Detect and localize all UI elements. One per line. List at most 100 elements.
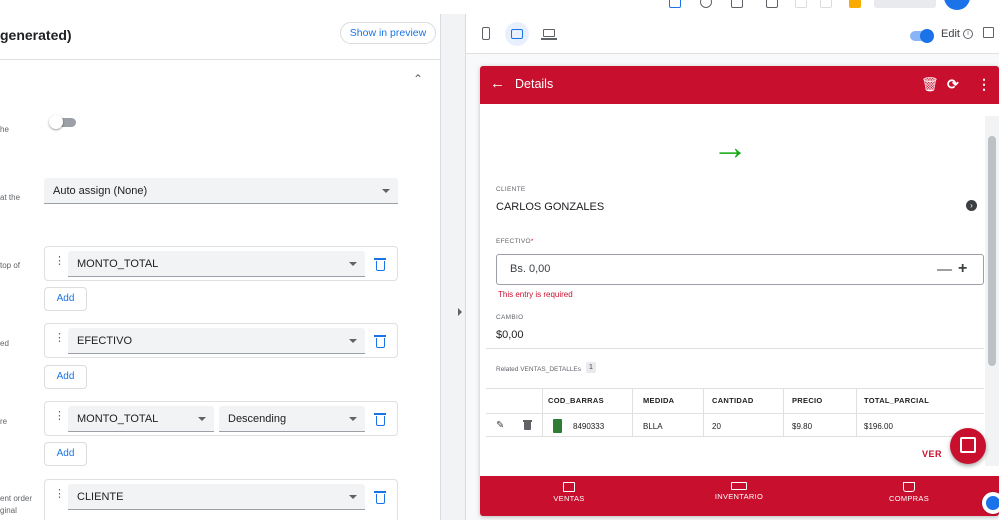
- column-card: ⋮⋮ CLIENTE: [44, 479, 398, 520]
- chevron-up-icon[interactable]: ⌃: [413, 72, 423, 86]
- save-button[interactable]: [874, 0, 936, 8]
- table-top-border: [486, 388, 984, 389]
- related-count-badge: 1: [586, 362, 596, 373]
- dollar-icon: [563, 482, 575, 492]
- sort-column-select[interactable]: MONTO_TOTAL: [68, 406, 214, 432]
- nav-item-ventas[interactable]: VENTAS: [509, 482, 629, 503]
- delete-icon[interactable]: [374, 335, 386, 348]
- view-title: generated): [0, 27, 72, 43]
- column-divider: [542, 388, 543, 436]
- phone-icon[interactable]: [474, 22, 498, 46]
- cell-total-parcial: $196.00: [864, 422, 893, 431]
- column-select-value: MONTO_TOTAL: [77, 258, 159, 270]
- delete-icon[interactable]: [374, 258, 386, 271]
- drag-handle-icon[interactable]: ⋮⋮: [54, 255, 75, 267]
- show-in-preview-button[interactable]: Show in preview: [340, 22, 436, 44]
- add-button[interactable]: Add: [44, 365, 87, 389]
- scrollbar-thumb[interactable]: [988, 136, 996, 366]
- more-vert-icon[interactable]: ⋮: [977, 76, 991, 92]
- editor-header: generated) Show in preview: [0, 14, 440, 60]
- decrement-button[interactable]: —: [937, 261, 952, 278]
- help-icon[interactable]: [700, 0, 712, 8]
- column-header[interactable]: PRECIO: [792, 396, 823, 405]
- refresh-icon[interactable]: ⟳: [947, 76, 959, 92]
- setting-label: ginal: [0, 506, 17, 515]
- bottom-nav: VENTAS INVENTARIO COMPRAS: [480, 476, 999, 516]
- efectivo-input[interactable]: Bs. 0,00 — +: [496, 254, 984, 285]
- add-button[interactable]: Add: [44, 442, 87, 466]
- column-header[interactable]: MEDIDA: [643, 396, 674, 405]
- open-external-icon[interactable]: [983, 27, 994, 38]
- column-select[interactable]: MONTO_TOTAL: [68, 251, 365, 277]
- column-select[interactable]: EFECTIVO: [68, 328, 365, 354]
- chevron-right-icon[interactable]: ›: [966, 200, 977, 211]
- expand-arrow-icon[interactable]: [458, 308, 462, 316]
- setting-label: re: [0, 417, 8, 426]
- help-chat-button[interactable]: [982, 492, 999, 514]
- column-divider: [856, 388, 857, 436]
- increment-button[interactable]: +: [958, 260, 967, 278]
- editor-panel: generated) Show in preview ⌃ he at the A…: [0, 14, 441, 520]
- edit-toggle[interactable]: [910, 29, 934, 43]
- caret-down-icon: [349, 417, 357, 421]
- delete-icon[interactable]: [374, 413, 386, 426]
- back-arrow-icon[interactable]: ←: [490, 76, 505, 91]
- product-thumbnail: [553, 419, 562, 433]
- sort-column-value: MONTO_TOTAL: [77, 413, 159, 425]
- column-header[interactable]: COD_BARRAS: [548, 396, 604, 405]
- tablet-icon[interactable]: [505, 22, 529, 46]
- cell-cantidad: 20: [712, 422, 721, 431]
- sort-order-select[interactable]: Descending: [219, 406, 365, 432]
- cliente-label: CLIENTE: [496, 186, 526, 193]
- column-header[interactable]: TOTAL_PARCIAL: [864, 396, 929, 405]
- inventory-icon: [731, 482, 747, 490]
- top-toolbar: [0, 0, 999, 14]
- app-bar: ← Details 🗑 ⟳ ⋮: [480, 66, 999, 104]
- setting-label: ent order: [0, 494, 33, 503]
- column-header[interactable]: CANTIDAD: [712, 396, 754, 405]
- drag-handle-icon[interactable]: ⋮⋮: [54, 488, 75, 500]
- laptop-icon[interactable]: [537, 22, 561, 46]
- column-select-value: CLIENTE: [77, 491, 124, 503]
- edit-fab-button[interactable]: [950, 428, 986, 464]
- caret-down-icon: [349, 262, 357, 266]
- edit-label: Edit: [941, 28, 960, 40]
- drag-handle-icon[interactable]: ⋮⋮: [54, 410, 75, 422]
- required-mark: *: [530, 238, 534, 245]
- view-all-link[interactable]: VER: [922, 449, 942, 459]
- setting-toggle[interactable]: [49, 115, 76, 129]
- cell-cod-barras: 8490333: [573, 422, 605, 431]
- divider: [486, 348, 984, 349]
- caret-down-icon: [198, 417, 206, 421]
- nav-item-compras[interactable]: COMPRAS: [849, 482, 969, 503]
- add-button[interactable]: Add: [44, 287, 87, 311]
- copy-icon[interactable]: [731, 0, 743, 8]
- cart-icon: [903, 482, 915, 492]
- undo-icon[interactable]: [795, 0, 807, 8]
- redo-icon[interactable]: [820, 0, 832, 8]
- cliente-value[interactable]: CARLOS GONZALES: [496, 201, 604, 213]
- row-delete-icon[interactable]: [523, 420, 532, 430]
- setting-label: top of: [0, 261, 21, 270]
- edit-pencil-icon[interactable]: ✎: [496, 420, 504, 431]
- monitor-icon[interactable]: [766, 0, 778, 8]
- nav-label: COMPRAS: [888, 494, 930, 503]
- chart-icon[interactable]: [669, 0, 681, 8]
- drag-handle-icon[interactable]: ⋮⋮: [54, 332, 75, 344]
- vertical-scrollbar[interactable]: [985, 116, 999, 466]
- assign-select[interactable]: Auto assign (None): [44, 178, 398, 204]
- app-bar-title: Details: [515, 77, 554, 91]
- warning-icon[interactable]: [849, 0, 861, 8]
- delete-icon[interactable]: [374, 491, 386, 504]
- column-select[interactable]: CLIENTE: [68, 484, 365, 510]
- edit-icon: [960, 437, 976, 453]
- nav-item-inventario[interactable]: INVENTARIO: [679, 482, 799, 501]
- avatar[interactable]: [944, 0, 970, 10]
- setting-label: at the: [0, 193, 21, 202]
- related-label: Related VENTAS_DETALLEs: [496, 366, 582, 373]
- panel-divider[interactable]: [441, 14, 466, 520]
- caret-down-icon: [349, 495, 357, 499]
- delete-icon[interactable]: 🗑: [921, 76, 939, 92]
- info-icon[interactable]: i: [963, 29, 973, 39]
- cell-medida: BLLA: [643, 422, 663, 431]
